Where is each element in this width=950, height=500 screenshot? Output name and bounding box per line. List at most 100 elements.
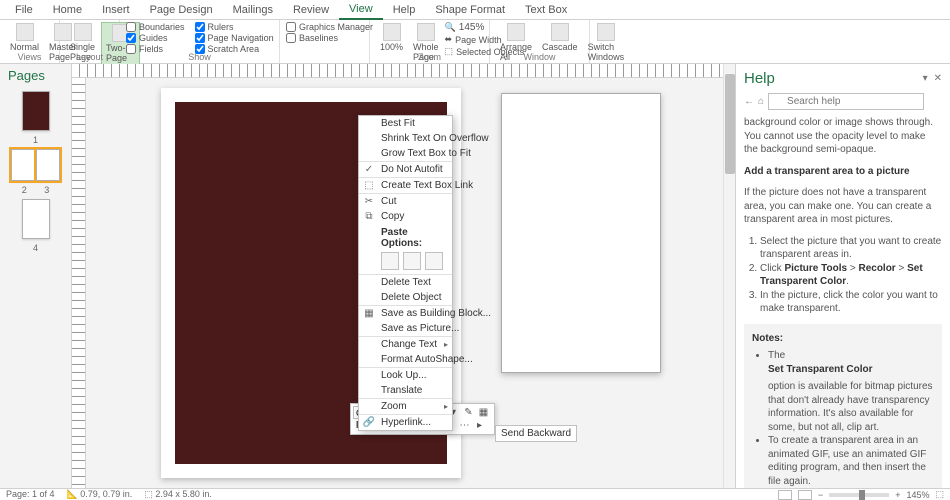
chevron-right-icon: ▸: [444, 402, 448, 411]
help-search-input[interactable]: [768, 93, 924, 110]
help-sec1-body: If the picture does not have a transpare…: [744, 186, 942, 227]
show-group-label: Show: [120, 52, 279, 62]
paint-button[interactable]: ✎: [462, 406, 475, 419]
help-step3: In the picture, click the color you want…: [760, 289, 942, 316]
cm-change-text[interactable]: Change Text▸: [359, 336, 452, 352]
page-thumb-4[interactable]: [22, 199, 50, 239]
page-num-1: 1: [33, 135, 38, 145]
scrollbar-vertical[interactable]: [723, 64, 735, 488]
zoom-slider[interactable]: [829, 493, 889, 497]
cm-paste-opts-label: Paste Options:: [359, 224, 452, 250]
block-icon: ▦: [363, 308, 375, 320]
handle-t[interactable]: [307, 125, 314, 132]
page-right[interactable]: [501, 93, 661, 373]
indent-button[interactable]: ▸: [473, 419, 486, 432]
graphics-mgr-check[interactable]: Graphics Manager: [286, 22, 373, 32]
tab-view[interactable]: View: [339, 0, 383, 20]
help-dropdown-icon[interactable]: ▾: [923, 73, 928, 84]
cm-format-autoshape[interactable]: Format AutoShape...: [359, 352, 452, 367]
pages-panel-title: Pages: [0, 64, 71, 87]
tooltip: Send Backward: [495, 425, 577, 442]
cut-icon: ✂: [363, 196, 375, 208]
ruler-vertical[interactable]: [72, 78, 86, 492]
cm-delete-text[interactable]: Delete Text: [359, 274, 452, 290]
guides-check[interactable]: Guides: [126, 33, 185, 43]
status-page: Page: 1 of 4: [6, 489, 55, 500]
cm-zoom[interactable]: Zoom▸: [359, 398, 452, 414]
cm-lookup[interactable]: Look Up...: [359, 367, 452, 383]
tab-file[interactable]: File: [5, 1, 43, 19]
help-close-icon[interactable]: ✕: [934, 73, 942, 84]
tab-insert[interactable]: Insert: [92, 1, 140, 19]
page-thumb-1[interactable]: [22, 91, 50, 131]
cm-grow[interactable]: Grow Text Box to Fit: [359, 146, 452, 161]
page-nav-check[interactable]: Page Navigation: [195, 33, 274, 43]
status-pos: 📐 0.79, 0.79 in.: [67, 489, 133, 500]
window-group-label: Window: [490, 52, 589, 62]
cm-shrink[interactable]: Shrink Text On Overflow: [359, 131, 452, 146]
cm-copy[interactable]: ⧉Copy: [359, 209, 452, 224]
status-zoom[interactable]: 145%: [906, 490, 929, 500]
rulers-check[interactable]: Rulers: [195, 22, 274, 32]
tab-help[interactable]: Help: [383, 1, 426, 19]
page-thumb-3[interactable]: [36, 149, 60, 181]
cm-save-picture[interactable]: Save as Picture...: [359, 321, 452, 336]
tab-home[interactable]: Home: [43, 1, 92, 19]
baselines-check[interactable]: Baselines: [286, 33, 373, 43]
handle-l[interactable]: [188, 269, 195, 276]
cascade-button[interactable]: Cascade: [538, 22, 582, 53]
status-bar: Page: 1 of 4 📐 0.79, 0.79 in. ⬚ 2.94 x 5…: [0, 488, 950, 500]
text-f2: F: [221, 213, 234, 239]
cm-cut[interactable]: ✂Cut: [359, 193, 452, 209]
tab-page-design[interactable]: Page Design: [140, 1, 223, 19]
handle-tl[interactable]: [188, 125, 195, 132]
zoom-group-label: Zoom: [370, 52, 489, 62]
page-num-23: 2 3: [22, 185, 50, 195]
cm-hyperlink[interactable]: 🔗Hyperlink...: [359, 414, 452, 430]
cm-create-link[interactable]: ⬚Create Text Box Link: [359, 177, 452, 193]
help-notes-title: Notes:: [752, 332, 934, 346]
help-back-icon[interactable]: ←: [744, 96, 754, 107]
boundaries-check[interactable]: Boundaries: [126, 22, 185, 32]
paste-opt-2[interactable]: [403, 252, 421, 270]
layout-group-label: Layout: [60, 52, 119, 62]
views-group-label: Views: [0, 52, 59, 62]
normal-view-button[interactable]: Normal: [6, 22, 43, 53]
view-single-button[interactable]: [778, 490, 792, 500]
fill-button[interactable]: ▦: [477, 406, 490, 419]
paste-opt-1[interactable]: [381, 252, 399, 270]
view-spread-button[interactable]: [798, 490, 812, 500]
cm-best-fit[interactable]: Best Fit: [359, 116, 452, 131]
handle-rotate[interactable]: [307, 111, 314, 118]
help-step2: Click Picture Tools > Recolor > Set Tran…: [760, 262, 942, 289]
handle-b[interactable]: [307, 414, 314, 421]
tab-text-box[interactable]: Text Box: [515, 1, 577, 19]
help-body: background color or image shows through.…: [744, 116, 942, 492]
hyperlink-icon: 🔗: [363, 417, 375, 429]
copy-icon: ⧉: [363, 211, 375, 223]
numbering-button[interactable]: ⋯: [458, 419, 471, 432]
help-home-icon[interactable]: ⌂: [758, 96, 764, 107]
cm-translate[interactable]: Translate: [359, 383, 452, 398]
fit-window-button[interactable]: ⬚: [935, 489, 944, 500]
zoom-100-button[interactable]: 100%: [376, 22, 407, 53]
menu-tabs: File Home Insert Page Design Mailings Re…: [0, 0, 950, 20]
context-menu: Best Fit Shrink Text On Overflow Grow Te…: [358, 115, 453, 431]
tab-shape-format[interactable]: Shape Format: [425, 1, 515, 19]
ribbon: Normal Master Page Views Single Page Two…: [0, 20, 950, 64]
page-thumb-2[interactable]: [11, 149, 35, 181]
scrollbar-thumb[interactable]: [725, 74, 735, 174]
paste-opt-3[interactable]: [425, 252, 443, 270]
ruler-horizontal[interactable]: [72, 64, 735, 78]
cm-no-autofit[interactable]: ✓Do Not Autofit: [359, 161, 452, 177]
check-icon: ✓: [363, 164, 375, 176]
zoom-minus-button[interactable]: −: [818, 490, 823, 500]
cm-save-block[interactable]: ▦Save as Building Block...: [359, 305, 452, 321]
pages-panel: Pages 1 2 3 4: [0, 64, 72, 492]
cm-delete-object[interactable]: Delete Object: [359, 290, 452, 305]
tab-mailings[interactable]: Mailings: [223, 1, 283, 19]
switch-windows-button[interactable]: Switch Windows: [584, 22, 629, 63]
tab-review[interactable]: Review: [283, 1, 339, 19]
handle-bl[interactable]: [188, 414, 195, 421]
zoom-plus-button[interactable]: +: [895, 490, 900, 500]
